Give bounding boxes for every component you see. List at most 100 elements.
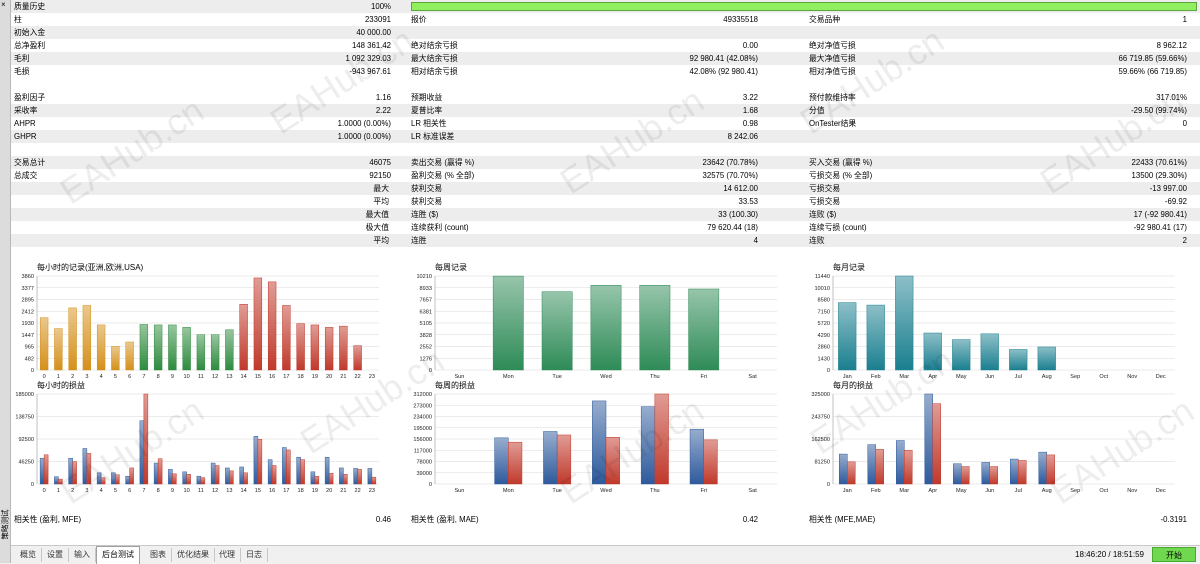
bar bbox=[904, 449, 913, 485]
stat-label: 总成交 bbox=[14, 171, 38, 180]
bar bbox=[896, 440, 905, 485]
y-tick-label: 6381 bbox=[420, 309, 432, 315]
x-tick-label: Mar bbox=[899, 488, 909, 494]
tab-5[interactable]: 优化结果 bbox=[172, 548, 215, 562]
x-tick-label: Sun bbox=[454, 488, 464, 494]
bar bbox=[282, 305, 291, 371]
y-tick-label: 325000 bbox=[811, 392, 830, 398]
tab-6[interactable]: 代理 bbox=[214, 548, 241, 562]
y-tick-label: 11440 bbox=[815, 274, 830, 280]
bar bbox=[96, 324, 106, 371]
x-tick-label: 15 bbox=[255, 488, 261, 494]
stat-label: 交易品种 bbox=[809, 15, 841, 24]
bar bbox=[328, 473, 334, 485]
x-tick-label: Thu bbox=[650, 488, 660, 494]
tab-3[interactable]: 后台测试 bbox=[96, 546, 140, 564]
backtest-report: 质量历史 100% 柱 233091 报价 49335518 交易品种 1 初始入金 40 000… bbox=[11, 0, 1200, 545]
correlation-value: 0.42 bbox=[742, 515, 758, 524]
stat-value: 2 bbox=[1182, 236, 1187, 245]
tab-1[interactable]: 设置 bbox=[42, 548, 69, 562]
bar bbox=[639, 285, 671, 371]
x-tick-label: 5 bbox=[114, 488, 117, 494]
tester-panel-title: 策略测试 bbox=[0, 509, 10, 540]
x-tick-label: Wed bbox=[600, 488, 611, 494]
stats-row: 采收率 2.22 夏普比率 1.68 分值 -29.50 (99.74%) bbox=[11, 104, 1200, 117]
y-tick-label: 273000 bbox=[413, 403, 432, 409]
tab-2[interactable]: 输入 bbox=[69, 548, 96, 562]
stat-value: -13 997.00 bbox=[1149, 184, 1187, 193]
x-tick-label: 20 bbox=[326, 488, 332, 494]
stat-value: 2.22 bbox=[375, 106, 391, 115]
stat-label: 极大值 bbox=[365, 223, 389, 232]
stat-label: 获利交易 bbox=[411, 184, 443, 193]
tab-7[interactable]: 日志 bbox=[241, 548, 268, 562]
bar bbox=[492, 275, 524, 371]
bar bbox=[115, 474, 120, 485]
bar bbox=[1018, 460, 1027, 485]
stat-value: 13500 (29.30%) bbox=[1131, 171, 1187, 180]
stat-value: 42.08% (92 980.41) bbox=[689, 67, 759, 76]
chart-svg: 11440100108580715057204290286014300Jan Fe… bbox=[814, 274, 1175, 380]
bar bbox=[895, 275, 914, 371]
stats-row: AHPR 1.0000 (0.00%) LR 相关性 0.98 OnTester结果 0 bbox=[11, 117, 1200, 130]
tab-0[interactable]: 概览 bbox=[15, 548, 42, 562]
stat-value: 32575 (70.70%) bbox=[702, 171, 758, 180]
bar bbox=[100, 477, 106, 485]
bar bbox=[981, 462, 991, 485]
bar bbox=[271, 465, 277, 485]
bar bbox=[54, 476, 59, 485]
chart-monthpnl: 325000 243750 162500 81250 0 Jan Feb Mar Apr May J… bbox=[807, 380, 1179, 498]
y-tick-label: 81250 bbox=[814, 460, 830, 466]
y-tick-label: 195000 bbox=[413, 426, 432, 432]
bar bbox=[324, 327, 334, 371]
stat-label: 连败 ($) bbox=[809, 210, 837, 219]
stat-label: 连胜 ($) bbox=[411, 210, 439, 219]
chart-title: 每月的损益 bbox=[833, 381, 873, 390]
close-icon[interactable]: × bbox=[1, 1, 6, 9]
stat-label: 绝对净值亏损 bbox=[809, 41, 856, 50]
bar bbox=[210, 334, 220, 371]
x-tick-label: 12 bbox=[212, 488, 218, 494]
y-tick-label: 46250 bbox=[18, 460, 34, 466]
start-button[interactable]: 开始 bbox=[1152, 547, 1196, 562]
x-tick-label: 16 bbox=[269, 488, 275, 494]
bar bbox=[58, 478, 63, 485]
bar bbox=[157, 458, 163, 485]
bar bbox=[129, 467, 134, 485]
y-tick-label: 965 bbox=[25, 345, 34, 351]
y-tick-label: 1930 bbox=[22, 321, 34, 327]
bar bbox=[543, 431, 558, 485]
tab-4[interactable]: 图表 bbox=[145, 548, 172, 562]
stat-value: -92 980.41 (17) bbox=[1133, 223, 1187, 232]
bar bbox=[172, 473, 177, 485]
bar bbox=[343, 474, 348, 485]
stat-label: 预期收益 bbox=[411, 93, 443, 102]
x-tick-label: 10 bbox=[184, 488, 190, 494]
x-tick-label: Dec bbox=[1156, 488, 1166, 494]
stat-label: 采收率 bbox=[14, 106, 38, 115]
bar bbox=[229, 470, 234, 485]
stat-value: 92 980.41 (42.08%) bbox=[689, 54, 759, 63]
stats-row: GHPR 1.0000 (0.00%) LR 标准误差 8 242.06 bbox=[11, 130, 1200, 143]
x-tick-label: 13 bbox=[226, 488, 232, 494]
stat-label: 报价 bbox=[411, 15, 427, 24]
bar bbox=[353, 468, 358, 485]
chart-hourpnl: 185000 138750 92500 46250 0 0 1 2 3 4 5 6 7 8 9 10 11 12 1… bbox=[11, 380, 383, 498]
correlation-label: 相关性 (盈利, MAE) bbox=[411, 515, 479, 524]
stat-label: 连胜 bbox=[411, 236, 427, 245]
chart-title: 每周的损益 bbox=[435, 381, 475, 390]
bar bbox=[286, 449, 291, 485]
bar bbox=[39, 317, 49, 371]
bar bbox=[86, 453, 92, 485]
x-tick-label: Sat bbox=[748, 488, 757, 494]
y-tick-label: 2412 bbox=[22, 309, 34, 315]
bar bbox=[866, 304, 885, 371]
bar bbox=[96, 472, 102, 485]
stat-label: 亏损交易 (% 全部) bbox=[809, 171, 873, 180]
y-tick-label: 39000 bbox=[416, 471, 432, 477]
y-tick-label: 3377 bbox=[22, 286, 34, 292]
y-tick-label: 0 bbox=[827, 368, 830, 374]
bar bbox=[296, 456, 301, 485]
bar bbox=[875, 449, 884, 485]
chart-svg: 325000 243750 162500 81250 0 Jan Feb Mar Apr May J… bbox=[811, 392, 1175, 494]
